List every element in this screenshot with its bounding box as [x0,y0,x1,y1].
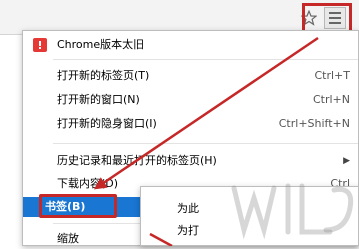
menu-separator [53,59,358,60]
bookmark-star-button[interactable] [299,8,319,28]
menu-item-label: 缩放 [57,232,79,245]
menu-item-shortcut: Ctrl+T [314,69,350,82]
submenu-item-bookmark-this-page[interactable]: 为此 [177,199,199,219]
menu-item-label: 打开新的窗口(N) [57,93,140,106]
menu-item-history[interactable]: 历史记录和最近打开的标签页(H) ▶ [23,151,358,171]
menu-item-new-tab[interactable]: 打开新的标签页(T) Ctrl+T [23,66,358,86]
hamburger-menu-icon-line [329,17,341,19]
menu-item-new-incognito-window[interactable]: 打开新的隐身窗口(I) Ctrl+Shift+N [23,114,358,134]
menu-item-label: 下载内容(D) [57,177,119,190]
menu-item-label: 书签(B) [45,200,86,213]
menu-item-label: Chrome版本太旧 [57,38,145,51]
chevron-right-icon: ▶ [343,156,350,166]
submenu-item-label: 为此 [177,202,199,215]
hamburger-menu-icon-line [329,22,341,24]
menu-item-chrome-outdated[interactable]: Chrome版本太旧 [23,35,358,55]
menu-item-new-window[interactable]: 打开新的窗口(N) Ctrl+N [23,90,358,110]
submenu-item-label: 为打 [177,224,199,237]
menu-item-shortcut: Ctrl+Shift+N [278,117,350,130]
submenu-item-bookmark-open-pages[interactable]: 为打 [177,221,199,241]
chrome-menu-button[interactable] [324,7,346,29]
star-icon [301,10,317,26]
menu-item-label: 打开新的隐身窗口(I) [57,117,157,130]
menu-item-shortcut: Ctrl+N [312,93,350,106]
warning-icon [33,38,47,52]
hamburger-menu-icon [329,12,341,14]
bookmarks-submenu: 为此 为打 [140,186,359,246]
menu-item-label: 历史记录和最近打开的标签页(H) [57,154,217,167]
menu-item-label: 打开新的标签页(T) [57,69,150,82]
menu-separator [53,143,358,144]
